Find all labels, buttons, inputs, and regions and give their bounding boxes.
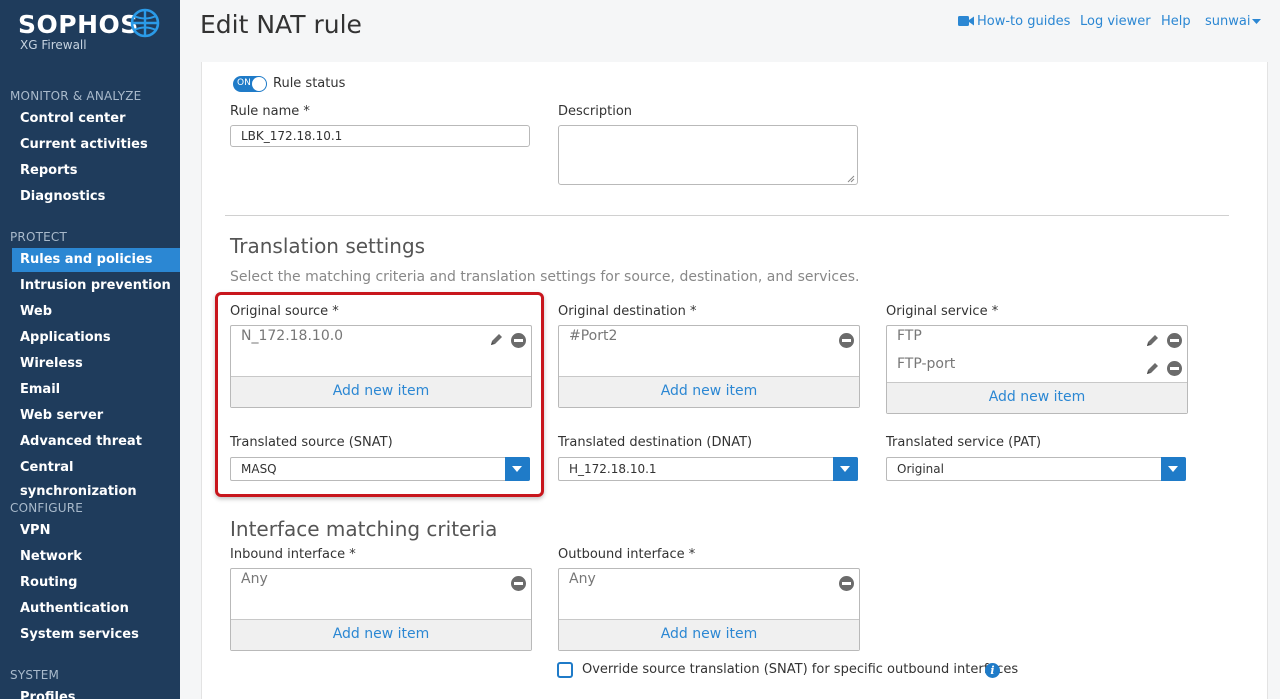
- inbound-interface-item: Any: [241, 571, 268, 587]
- rule-name-label: Rule name *: [230, 104, 310, 119]
- rule-status-label: Rule status: [273, 76, 346, 91]
- video-camera-icon: [958, 16, 974, 26]
- inbound-interface-list: Any Add new item: [230, 568, 532, 651]
- pencil-icon[interactable]: [1145, 361, 1160, 376]
- top-navigation: How-to guides Log viewer Help sunwai: [950, 14, 1270, 30]
- log-viewer-link[interactable]: Log viewer: [1080, 14, 1151, 29]
- nav-item-vpn[interactable]: VPN: [12, 519, 180, 543]
- dnat-select[interactable]: H_172.18.10.1: [558, 457, 858, 481]
- nav-item-system-services[interactable]: System services: [12, 623, 180, 647]
- remove-icon[interactable]: [839, 333, 854, 348]
- outbound-interface-item: Any: [569, 571, 596, 587]
- dnat-value: H_172.18.10.1: [569, 462, 657, 476]
- add-original-service-button[interactable]: Add new item: [887, 382, 1187, 413]
- original-destination-item: #Port2: [569, 328, 618, 344]
- interface-matching-title: Interface matching criteria: [230, 517, 498, 541]
- resize-handle-icon[interactable]: [847, 175, 855, 183]
- original-destination-list: #Port2 Add new item: [558, 325, 860, 408]
- override-snat-label: Override source translation (SNAT) for s…: [582, 662, 1019, 677]
- pat-value: Original: [897, 462, 944, 476]
- outbound-interface-list: Any Add new item: [558, 568, 860, 651]
- sidebar: SOPHOS XG Firewall MONITOR & ANALYZE Con…: [0, 0, 180, 699]
- override-snat-checkbox[interactable]: [557, 662, 573, 678]
- description-label: Description: [558, 104, 633, 119]
- rule-status-toggle[interactable]: ON: [233, 76, 267, 92]
- original-service-label: Original service *: [886, 304, 999, 319]
- highlight-box: [215, 292, 544, 497]
- pat-label: Translated service (PAT): [886, 435, 1042, 450]
- nav-item-reports[interactable]: Reports: [12, 159, 180, 183]
- translation-settings-title: Translation settings: [230, 234, 426, 258]
- globe-icon: [130, 8, 160, 38]
- rule-name-input[interactable]: LBK_172.18.10.1: [230, 125, 530, 147]
- inbound-interface-label: Inbound interface *: [230, 547, 356, 562]
- pat-select[interactable]: Original: [886, 457, 1186, 481]
- sophos-logo[interactable]: SOPHOS XG Firewall: [18, 8, 168, 54]
- toggle-knob: [252, 77, 266, 91]
- nav-item-central-synchronization[interactable]: Central synchronization: [12, 456, 180, 499]
- dnat-label: Translated destination (DNAT): [558, 435, 753, 450]
- translation-settings-hint: Select the matching criteria and transla…: [230, 269, 860, 285]
- remove-icon[interactable]: [839, 576, 854, 591]
- nav-item-applications[interactable]: Applications: [12, 326, 180, 350]
- nav-section-configure: CONFIGURE: [10, 501, 84, 515]
- nav-item-routing[interactable]: Routing: [12, 571, 180, 595]
- nav-item-current-activities[interactable]: Current activities: [12, 133, 180, 157]
- nav-item-rules-and-policies[interactable]: Rules and policies: [12, 248, 180, 272]
- nav-item-network[interactable]: Network: [12, 545, 180, 569]
- nav-item-profiles[interactable]: Profiles: [12, 686, 180, 699]
- nav-item-authentication[interactable]: Authentication: [12, 597, 180, 621]
- nav-section-protect: PROTECT: [10, 230, 68, 244]
- dropdown-arrow-icon[interactable]: [833, 457, 858, 481]
- add-original-destination-button[interactable]: Add new item: [559, 376, 859, 407]
- chevron-down-icon[interactable]: [1252, 19, 1261, 25]
- nav-item-diagnostics[interactable]: Diagnostics: [12, 185, 180, 209]
- nav-section-monitor: MONITOR & ANALYZE: [10, 89, 142, 103]
- remove-icon[interactable]: [511, 576, 526, 591]
- original-service-list: FTP FTP-port Add new item: [886, 325, 1188, 414]
- add-outbound-interface-button[interactable]: Add new item: [559, 619, 859, 650]
- nav-item-control-center[interactable]: Control center: [12, 107, 180, 131]
- description-textarea[interactable]: [558, 125, 858, 185]
- nav-item-web-server[interactable]: Web server: [12, 404, 180, 428]
- outbound-interface-label: Outbound interface *: [558, 547, 696, 562]
- help-link[interactable]: Help: [1161, 14, 1191, 29]
- pencil-icon[interactable]: [1145, 333, 1160, 348]
- add-inbound-interface-button[interactable]: Add new item: [231, 619, 531, 650]
- remove-icon[interactable]: [1167, 361, 1182, 376]
- product-name: XG Firewall: [20, 38, 87, 52]
- nav-item-intrusion-prevention[interactable]: Intrusion prevention: [12, 274, 180, 298]
- brand-name: SOPHOS: [18, 10, 139, 39]
- nav-section-system: SYSTEM: [10, 668, 60, 682]
- original-destination-label: Original destination *: [558, 304, 697, 319]
- original-service-item: FTP: [897, 328, 922, 344]
- nav-item-advanced-threat[interactable]: Advanced threat: [12, 430, 180, 454]
- nav-item-email[interactable]: Email: [12, 378, 180, 402]
- page-title: Edit NAT rule: [200, 10, 362, 39]
- info-icon[interactable]: i: [985, 663, 1000, 678]
- nav-item-web[interactable]: Web: [12, 300, 180, 324]
- section-divider: [225, 215, 1229, 216]
- how-to-guides-link[interactable]: How-to guides: [977, 14, 1070, 29]
- nav-item-wireless[interactable]: Wireless: [12, 352, 180, 376]
- user-menu[interactable]: sunwai: [1205, 14, 1250, 29]
- toggle-state-text: ON: [237, 78, 251, 88]
- remove-icon[interactable]: [1167, 333, 1182, 348]
- original-service-item: FTP-port: [897, 356, 956, 372]
- dropdown-arrow-icon[interactable]: [1161, 457, 1186, 481]
